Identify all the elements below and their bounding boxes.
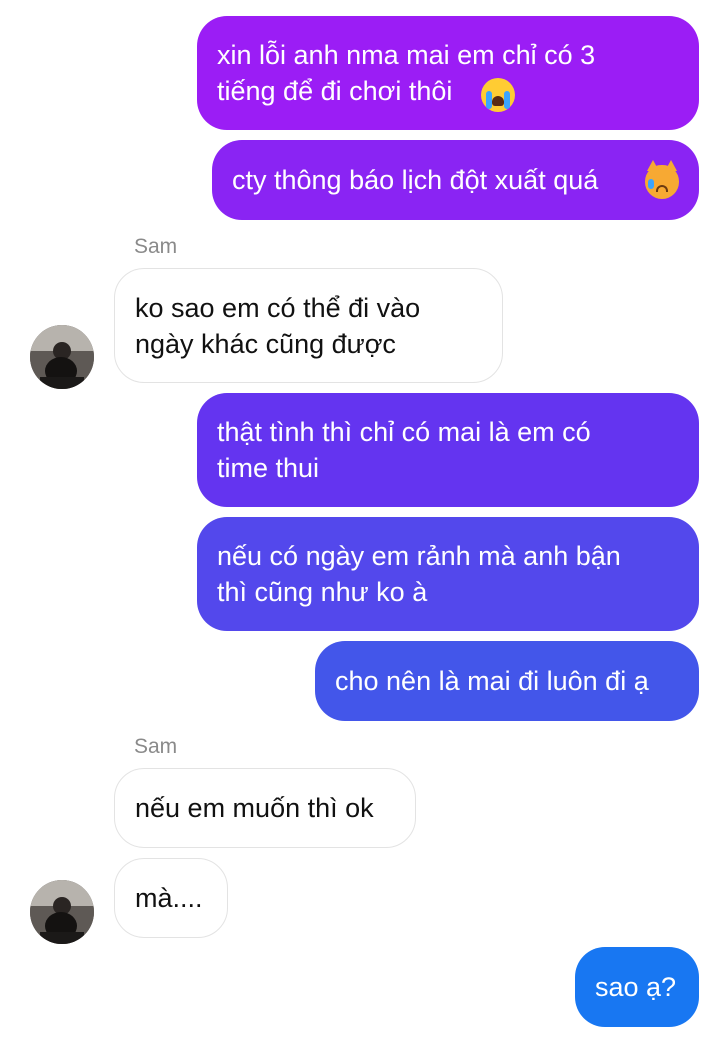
outgoing-message-bubble[interactable]: thật tình thì chỉ có mai là em có time t… <box>197 393 699 507</box>
sender-name: Sam <box>134 235 178 258</box>
crying-cat-face-emoji <box>645 160 679 199</box>
message-text: cho nên là mai đi luôn đi ạ <box>335 666 649 696</box>
outgoing-message-bubble[interactable]: sao ạ? <box>575 947 699 1027</box>
avatar-photo <box>30 880 94 944</box>
loudly-crying-face-emoji <box>481 78 515 112</box>
message-text: sao ạ? <box>595 972 677 1002</box>
message-text: nếu có ngày em rảnh mà anh bận thì cũng … <box>217 541 621 607</box>
message-text: xin lỗi anh nma mai em chỉ có 3 tiếng để… <box>217 40 596 106</box>
message-text: ko sao em có thể đi vào ngày khác cũng đ… <box>135 292 421 359</box>
incoming-message-bubble[interactable]: ko sao em có thể đi vào ngày khác cũng đ… <box>114 268 503 383</box>
avatar-photo <box>30 325 94 389</box>
incoming-message-bubble[interactable]: nếu em muốn thì ok <box>114 768 416 848</box>
message-text: mà.... <box>135 883 203 913</box>
sender-name: Sam <box>134 735 178 758</box>
avatar[interactable] <box>30 325 94 389</box>
outgoing-message-bubble[interactable]: nếu có ngày em rảnh mà anh bận thì cũng … <box>197 517 699 631</box>
chat-screen: { "colors": { "outgoing_gradient": ["#9b… <box>0 0 719 1039</box>
outgoing-message-bubble[interactable]: cty thông báo lịch đột xuất quá <box>212 140 699 220</box>
outgoing-message-bubble[interactable]: cho nên là mai đi luôn đi ạ <box>315 641 699 721</box>
avatar[interactable] <box>30 880 94 944</box>
incoming-message-bubble[interactable]: mà.... <box>114 858 228 938</box>
outgoing-message-bubble[interactable]: xin lỗi anh nma mai em chỉ có 3 tiếng để… <box>197 16 699 130</box>
message-text: cty thông báo lịch đột xuất quá <box>232 165 599 195</box>
message-text: thật tình thì chỉ có mai là em có time t… <box>217 417 591 483</box>
message-text: nếu em muốn thì ok <box>135 793 374 823</box>
